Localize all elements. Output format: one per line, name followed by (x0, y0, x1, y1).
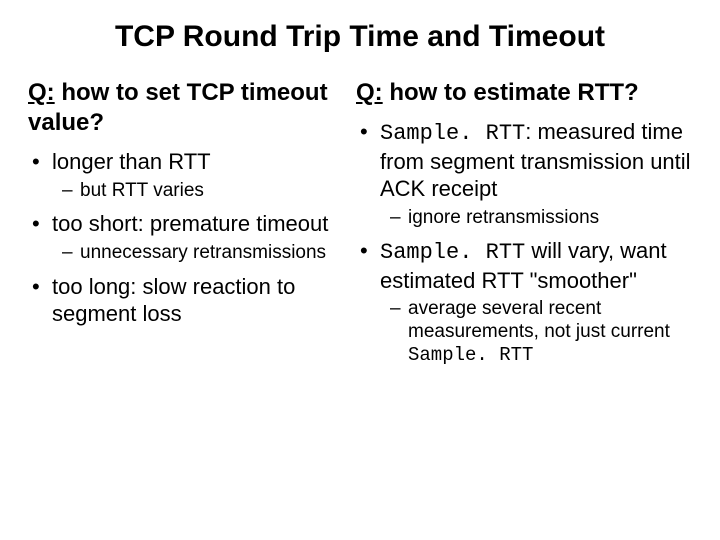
left-question: Q: how to set TCP timeout value? (28, 78, 338, 138)
bullet-text: too short: premature timeout (52, 211, 328, 236)
list-item: average several recent measurements, not… (388, 298, 692, 366)
list-item: Sample. RTT: measured time from segment … (356, 118, 692, 229)
code-text: Sample. RTT (408, 344, 533, 366)
bullet-text: average several recent measurements, not… (408, 298, 670, 342)
list-item: ignore retransmissions (388, 207, 692, 230)
list-item: Sample. RTT will vary, want estimated RT… (356, 237, 692, 366)
sub-bullets: average several recent measurements, not… (388, 298, 692, 366)
bullet-text: ignore retransmissions (408, 207, 599, 228)
right-question: Q: how to estimate RTT? (356, 78, 692, 108)
bullet-text: unnecessary retransmissions (80, 242, 326, 263)
list-item: too short: premature timeout unnecessary… (28, 210, 338, 264)
left-bullets: longer than RTT but RTT varies too short… (28, 148, 338, 328)
sub-bullets: ignore retransmissions (388, 207, 692, 230)
slide: TCP Round Trip Time and Timeout Q: how t… (0, 0, 720, 540)
q-label: Q: (28, 79, 55, 106)
slide-title: TCP Round Trip Time and Timeout (28, 20, 692, 54)
right-column: Q: how to estimate RTT? Sample. RTT: mea… (356, 78, 692, 373)
left-column: Q: how to set TCP timeout value? longer … (28, 78, 338, 373)
columns: Q: how to set TCP timeout value? longer … (28, 78, 692, 373)
bullet-text: too long: slow reaction to segment loss (52, 274, 295, 327)
sub-bullets: but RTT varies (60, 180, 338, 203)
q-text: how to set TCP timeout value? (28, 79, 328, 136)
list-item: longer than RTT but RTT varies (28, 148, 338, 202)
right-bullets: Sample. RTT: measured time from segment … (356, 118, 692, 367)
q-label: Q: (356, 79, 383, 106)
code-text: Sample. RTT (380, 121, 525, 146)
list-item: unnecessary retransmissions (60, 242, 338, 265)
bullet-text: longer than RTT (52, 149, 211, 174)
sub-bullets: unnecessary retransmissions (60, 242, 338, 265)
bullet-text: but RTT varies (80, 180, 204, 201)
list-item: but RTT varies (60, 180, 338, 203)
list-item: too long: slow reaction to segment loss (28, 273, 338, 328)
q-text: how to estimate RTT? (383, 79, 639, 106)
code-text: Sample. RTT (380, 240, 525, 265)
